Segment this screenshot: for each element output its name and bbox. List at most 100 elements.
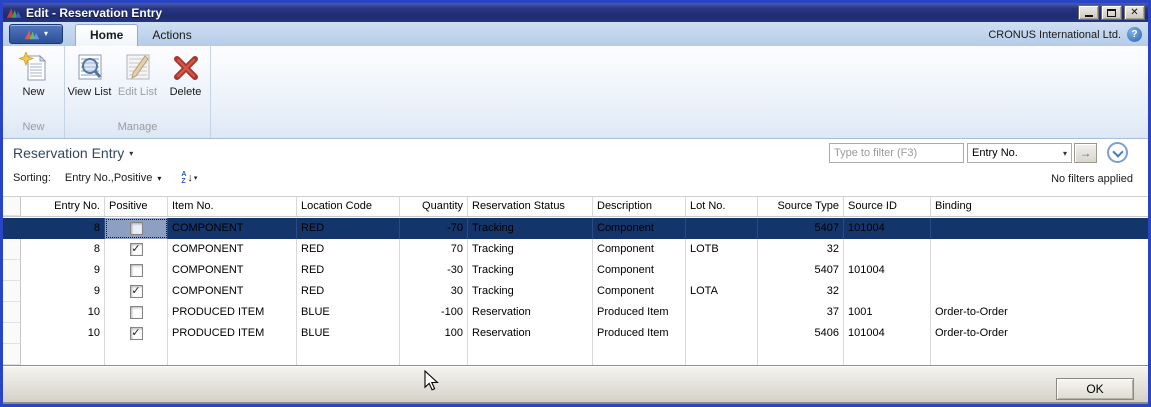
- row-selector[interactable]: [3, 281, 21, 302]
- cell-description[interactable]: Component: [593, 239, 686, 260]
- cell-description[interactable]: Produced Item: [593, 323, 686, 344]
- cell-source_id[interactable]: [844, 239, 931, 260]
- cell-item_no[interactable]: COMPONENT: [168, 218, 297, 239]
- cell-source_type[interactable]: 32: [758, 281, 844, 302]
- cell-entry_no[interactable]: 8: [21, 239, 105, 260]
- cell-entry_no[interactable]: 9: [21, 281, 105, 302]
- cell-binding[interactable]: Order-to-Order: [931, 302, 1148, 323]
- cell-source_type[interactable]: 5407: [758, 218, 844, 239]
- ok-button[interactable]: OK: [1056, 378, 1134, 400]
- cell-description[interactable]: Produced Item: [593, 302, 686, 323]
- cell-binding[interactable]: [931, 281, 1148, 302]
- cell-lot_no[interactable]: LOTB: [686, 239, 758, 260]
- cell-positive[interactable]: [105, 260, 168, 281]
- cell-item_no[interactable]: PRODUCED ITEM: [168, 302, 297, 323]
- cell-quantity[interactable]: -30: [400, 260, 468, 281]
- table-row[interactable]: 9✓COMPONENTRED30TrackingComponentLOTA32: [3, 281, 1148, 302]
- help-icon[interactable]: ?: [1127, 27, 1142, 42]
- col-header-description[interactable]: Description: [593, 197, 686, 216]
- tab-home[interactable]: Home: [75, 24, 138, 46]
- filter-input[interactable]: [829, 143, 964, 163]
- table-row[interactable]: 8✓COMPONENTRED70TrackingComponentLOTB32: [3, 239, 1148, 260]
- cell-positive[interactable]: ✓: [105, 323, 168, 344]
- cell-entry_no[interactable]: 10: [21, 323, 105, 344]
- cell-location_code[interactable]: RED: [297, 218, 400, 239]
- cell-reservation_status[interactable]: Reservation: [468, 323, 593, 344]
- cell-binding[interactable]: [931, 260, 1148, 281]
- col-header-quantity[interactable]: Quantity: [400, 197, 468, 216]
- positive-checkbox[interactable]: [130, 222, 143, 235]
- cell-positive[interactable]: [105, 218, 168, 239]
- cell-lot_no[interactable]: LOTA: [686, 281, 758, 302]
- cell-source_type[interactable]: 5407: [758, 260, 844, 281]
- edit-list-button[interactable]: Edit List: [115, 50, 161, 98]
- cell-source_id[interactable]: 101004: [844, 323, 931, 344]
- apply-filter-button[interactable]: →: [1074, 143, 1097, 163]
- col-header-reservation_status[interactable]: Reservation Status: [468, 197, 593, 216]
- minimize-button[interactable]: [1078, 5, 1099, 20]
- expand-filter-pane-button[interactable]: [1107, 142, 1128, 163]
- close-button[interactable]: ✕: [1124, 5, 1145, 20]
- positive-checkbox[interactable]: [130, 264, 143, 277]
- positive-checkbox[interactable]: ✓: [130, 327, 143, 340]
- cell-location_code[interactable]: RED: [297, 281, 400, 302]
- tab-actions[interactable]: Actions: [138, 25, 205, 46]
- cell-description[interactable]: Component: [593, 260, 686, 281]
- cell-source_type[interactable]: 37: [758, 302, 844, 323]
- cell-lot_no[interactable]: [686, 218, 758, 239]
- cell-entry_no[interactable]: 8: [21, 218, 105, 239]
- col-header-source_type[interactable]: Source Type: [758, 197, 844, 216]
- row-selector[interactable]: [3, 218, 21, 239]
- positive-checkbox[interactable]: ✓: [130, 285, 143, 298]
- cell-description[interactable]: Component: [593, 281, 686, 302]
- table-row[interactable]: 8COMPONENTRED-70TrackingComponent5407101…: [3, 218, 1148, 239]
- cell-binding[interactable]: [931, 218, 1148, 239]
- cell-quantity[interactable]: -100: [400, 302, 468, 323]
- cell-lot_no[interactable]: [686, 260, 758, 281]
- cell-source_id[interactable]: [844, 281, 931, 302]
- cell-reservation_status[interactable]: Reservation: [468, 302, 593, 323]
- cell-location_code[interactable]: RED: [297, 260, 400, 281]
- sort-order-button[interactable]: A Z ↓ ▾: [181, 171, 197, 185]
- positive-checkbox[interactable]: [130, 306, 143, 319]
- col-header-lot_no[interactable]: Lot No.: [686, 197, 758, 216]
- table-row[interactable]: 10 PRODUCED ITEMBLUE-100ReservationProduc…: [3, 302, 1148, 323]
- cell-location_code[interactable]: RED: [297, 239, 400, 260]
- cell-entry_no[interactable]: 10: [21, 302, 105, 323]
- cell-lot_no[interactable]: [686, 302, 758, 323]
- cell-quantity[interactable]: 70: [400, 239, 468, 260]
- sorting-dropdown[interactable]: Entry No.,Positive ▾: [65, 172, 161, 184]
- cell-source_type[interactable]: 32: [758, 239, 844, 260]
- cell-location_code[interactable]: BLUE: [297, 323, 400, 344]
- cell-reservation_status[interactable]: Tracking: [468, 281, 593, 302]
- delete-button[interactable]: Delete: [163, 50, 209, 98]
- col-header-location_code[interactable]: Location Code: [297, 197, 400, 216]
- new-button[interactable]: New: [11, 50, 57, 98]
- row-selector[interactable]: [3, 260, 21, 281]
- cell-reservation_status[interactable]: Tracking: [468, 218, 593, 239]
- col-header-entry_no[interactable]: Entry No.: [21, 197, 105, 216]
- cell-source_id[interactable]: 101004: [844, 218, 931, 239]
- view-list-button[interactable]: View List: [67, 50, 113, 98]
- cell-item_no[interactable]: COMPONENT: [168, 260, 297, 281]
- row-selector[interactable]: [3, 302, 21, 323]
- cell-item_no[interactable]: COMPONENT: [168, 239, 297, 260]
- cell-quantity[interactable]: 100: [400, 323, 468, 344]
- application-menu-button[interactable]: ▾: [9, 24, 63, 44]
- cell-lot_no[interactable]: [686, 323, 758, 344]
- page-title[interactable]: Reservation Entry ▾: [13, 145, 133, 161]
- row-selector[interactable]: [3, 323, 21, 344]
- table-row[interactable]: 10 ✓ PRODUCED ITEMBLUE100ReservationProduc…: [3, 323, 1148, 344]
- cell-source_id[interactable]: 101004: [844, 260, 931, 281]
- cell-positive[interactable]: ✓: [105, 239, 168, 260]
- cell-reservation_status[interactable]: Tracking: [468, 260, 593, 281]
- cell-description[interactable]: Component: [593, 218, 686, 239]
- table-row[interactable]: 9COMPONENTRED-30TrackingComponent5407101…: [3, 260, 1148, 281]
- cell-location_code[interactable]: BLUE: [297, 302, 400, 323]
- filter-column-dropdown[interactable]: Entry No. ▾: [967, 143, 1072, 163]
- cell-item_no[interactable]: PRODUCED ITEM: [168, 323, 297, 344]
- maximize-button[interactable]: [1101, 5, 1122, 20]
- cell-reservation_status[interactable]: Tracking: [468, 239, 593, 260]
- col-header-positive[interactable]: Positive: [105, 197, 168, 216]
- cell-binding[interactable]: [931, 239, 1148, 260]
